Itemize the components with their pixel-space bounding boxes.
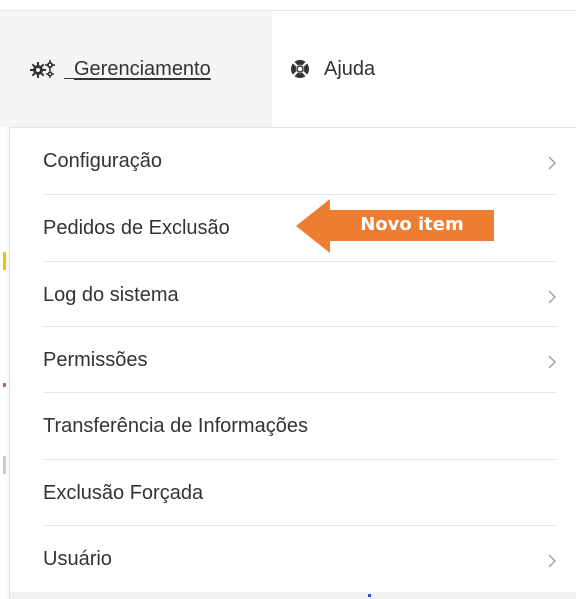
edge-mark — [3, 383, 6, 387]
new-item-callout: Novo item — [296, 197, 496, 255]
menu-item-permissoes[interactable]: Permissões — [43, 327, 557, 393]
nav-label-ajuda: Ajuda — [324, 57, 376, 80]
menu-item-label: Usuário — [43, 547, 112, 570]
edge-mark — [3, 252, 6, 270]
chevron-right-icon — [548, 156, 556, 170]
nav-item-ajuda[interactable]: Ajuda — [290, 11, 375, 127]
underline-lead — [64, 60, 74, 79]
blue-dot — [368, 594, 371, 597]
menu-item-usuario[interactable]: Usuário — [43, 526, 557, 592]
menu-item-label: Configuração — [43, 149, 162, 172]
chevron-right-icon — [548, 554, 556, 568]
menu-item-configuracao[interactable]: Configuração — [43, 128, 557, 194]
nav-item-gerenciamento[interactable]: Gerenciamento — [0, 11, 272, 127]
edge-mark — [3, 456, 6, 474]
menu-item-label: Permissões — [43, 348, 148, 371]
menu-item-exclusao-forcada[interactable]: Exclusão Forçada — [43, 460, 557, 526]
lifebuoy-icon — [291, 60, 309, 78]
bottom-strip — [10, 592, 576, 599]
menu-item-transferencia-de-informacoes[interactable]: Transferência de Informações — [43, 393, 557, 459]
top-navbar: Gerenciamento Ajuda — [0, 11, 576, 127]
chevron-right-icon — [548, 355, 556, 369]
menu-item-log-do-sistema[interactable]: Log do sistema — [43, 262, 557, 328]
menu-item-label: Transferência de Informações — [43, 414, 308, 437]
menu-item-label: Log do sistema — [43, 283, 179, 306]
callout-text: Novo item — [360, 214, 464, 235]
chevron-right-icon — [548, 290, 556, 304]
menu-item-label: Exclusão Forçada — [43, 481, 204, 504]
menu-item-label: Pedidos de Exclusão — [43, 216, 230, 239]
nav-label-gerenciamento: Gerenciamento — [74, 57, 211, 80]
gears-icon — [30, 60, 55, 78]
